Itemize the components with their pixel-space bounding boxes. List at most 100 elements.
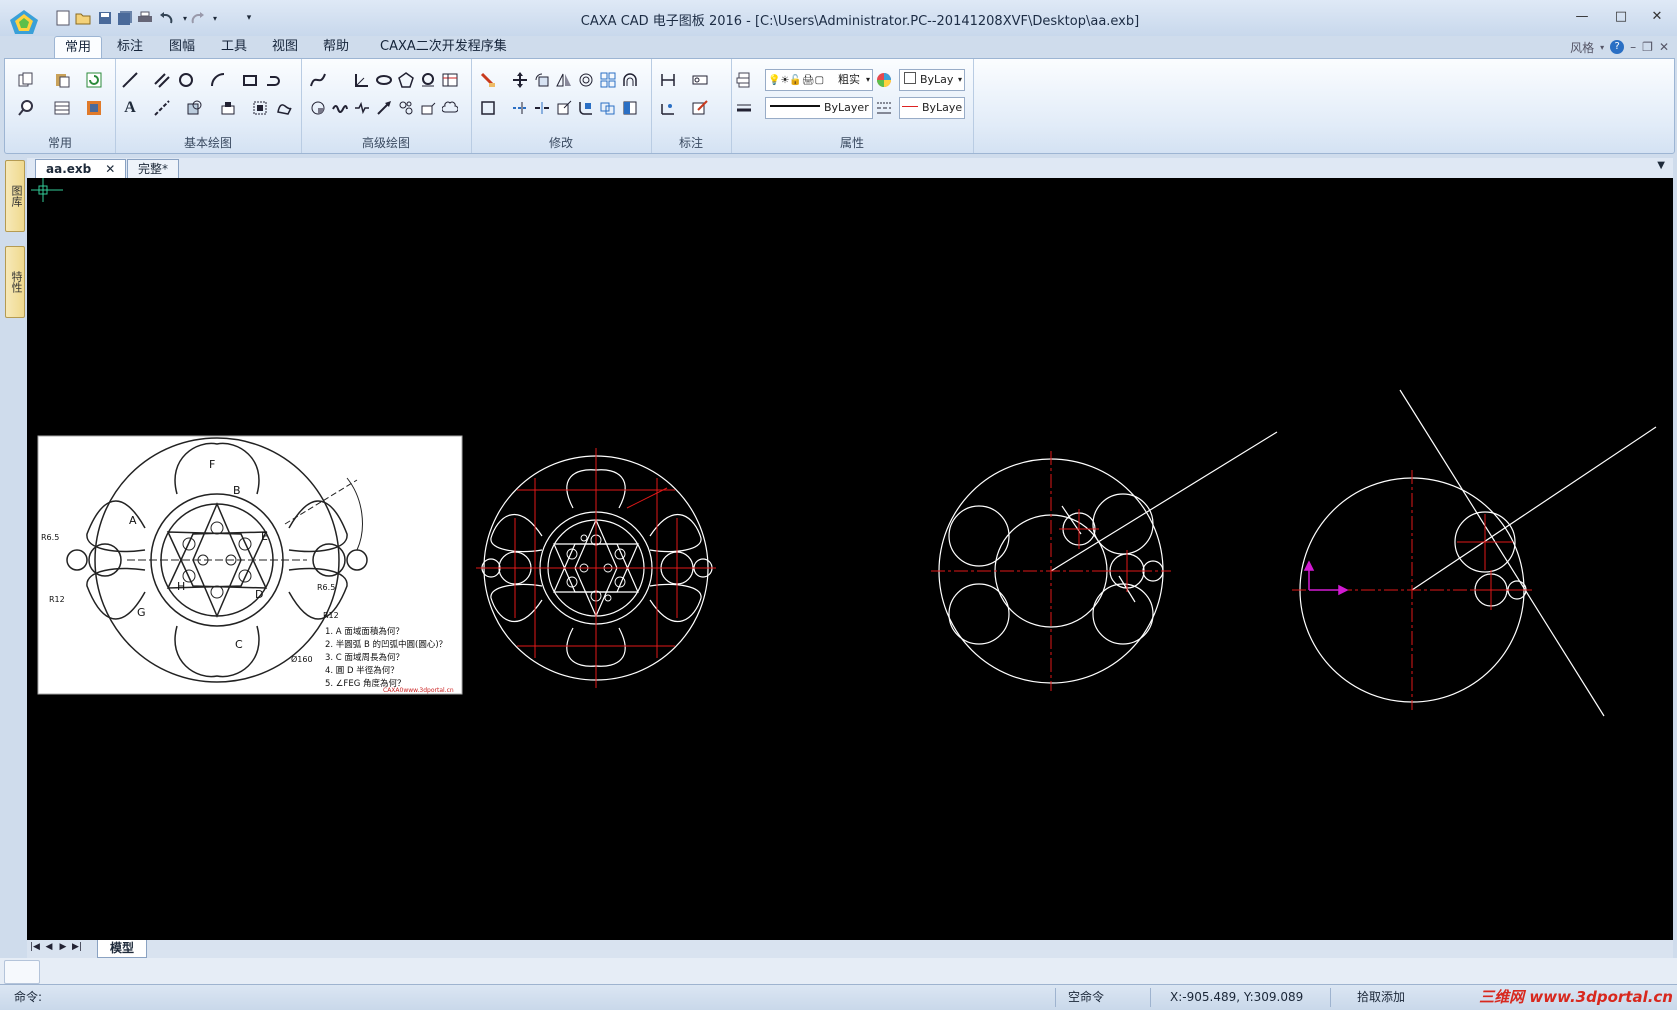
drawing-canvas[interactable]: F B A E R6.5 R12 G H D C R6.5 R12 Ø160 1… [27,178,1673,940]
close-tab-icon[interactable]: ✕ [105,162,115,176]
tolerance-icon[interactable] [691,71,709,89]
hatch-icon[interactable] [185,99,203,117]
close-button[interactable]: ✕ [1644,8,1670,26]
command-input[interactable] [52,988,1046,1007]
dimension-icon[interactable] [659,71,677,89]
text-icon[interactable]: A [121,99,139,117]
polygon-icon[interactable] [397,71,415,89]
coordinate-dim-icon[interactable] [659,99,677,117]
block-icon[interactable] [219,99,237,117]
new-file-icon[interactable] [54,9,72,27]
extend-icon[interactable] [511,99,529,117]
save-icon[interactable] [96,9,114,27]
help-icon[interactable]: ? [1610,40,1625,54]
stretch-icon[interactable] [555,99,573,117]
table-icon[interactable] [441,71,459,89]
wave-line-icon[interactable] [331,99,349,117]
trim-icon[interactable] [479,99,497,117]
tab-caxa-dev[interactable]: CAXA二次开发程序集 [370,36,517,58]
doc-tab-aa[interactable]: aa.exb ✕ [35,159,127,178]
tab-list-dropdown-icon[interactable]: ▼ [1657,160,1665,171]
lineweight-icon[interactable] [735,99,753,117]
tab-view[interactable]: 视图 [262,36,308,58]
copy-icon[interactable] [17,71,35,89]
lineweight-dropdown[interactable]: ByLaye▾ [899,97,965,119]
revision-cloud-icon[interactable] [441,99,459,117]
line-icon[interactable] [121,71,139,89]
style-menu[interactable]: 风格 [1570,39,1594,56]
boundary-icon[interactable] [251,99,269,117]
layer-table-icon[interactable] [53,99,71,117]
side-tab-properties[interactable]: 特性 [5,246,25,318]
ribbon-restore-icon[interactable]: ❐ [1642,40,1653,54]
polyline-icon[interactable] [265,71,283,89]
minimize-button[interactable]: — [1569,8,1595,26]
mirror-icon[interactable] [555,71,573,89]
doc-tab-complete[interactable]: 完整* [127,159,180,178]
tab-help[interactable]: 帮助 [313,36,359,58]
color-dropdown[interactable]: ByLay ▾ [899,69,965,91]
spline-icon[interactable] [309,71,327,89]
chamfer-icon[interactable] [621,99,639,117]
explode-icon[interactable] [599,99,617,117]
tab-sheet[interactable]: 图幅 [159,36,205,58]
prev-layout-icon[interactable]: ◀ [43,942,55,956]
redo-icon[interactable] [188,9,206,27]
caxa-logo-icon[interactable] [8,8,40,36]
tab-common[interactable]: 常用 [54,36,103,59]
drawing-circles-2[interactable] [938,431,1278,684]
command-history-button[interactable] [4,960,40,984]
circle-icon[interactable] [177,71,195,89]
arrow-icon[interactable] [375,99,393,117]
ellipse-icon[interactable] [375,71,393,89]
tab-tools[interactable]: 工具 [211,36,257,58]
move-icon[interactable] [511,71,529,89]
arc-icon[interactable] [209,71,227,89]
parallel-line-icon[interactable] [153,71,171,89]
ribbon-minimize-icon[interactable]: – [1630,40,1636,54]
linestyle-icon[interactable] [875,99,893,117]
ribbon-close-icon[interactable]: ✕ [1659,40,1669,54]
break-line-icon[interactable] [353,99,371,117]
customize-quick-access-icon[interactable]: ▾ [240,9,258,27]
linetype-dropdown[interactable]: ByLayer▾ [765,97,873,119]
redo-dropdown-icon[interactable]: ▾ [206,9,224,27]
tab-annotate[interactable]: 标注 [107,36,153,58]
layer-dropdown[interactable]: 💡☀🔓🖨▢ 粗实 ▾ [765,69,873,91]
array-icon[interactable] [599,71,617,89]
model-tab[interactable]: 模型 [97,940,148,958]
reference-image[interactable]: F B A E R6.5 R12 G H D C R6.5 R12 Ø160 1… [37,435,463,695]
style-dropdown-icon[interactable]: ▾ [1600,43,1604,52]
spline-shape-icon[interactable] [275,99,293,117]
rectangle-icon[interactable] [241,71,259,89]
edit-dim-icon[interactable] [691,99,709,117]
maximize-button[interactable]: □ [1608,8,1634,26]
pick-mode[interactable]: 拾取添加 [1357,985,1405,1010]
centerline-icon[interactable] [153,99,171,117]
undo-icon[interactable] [158,9,176,27]
regenerate-icon[interactable] [85,71,103,89]
fillet-icon[interactable] [577,99,595,117]
print-icon[interactable] [136,9,154,27]
rotate-icon[interactable] [533,71,551,89]
side-tab-library[interactable]: 图库 [5,160,25,232]
paste-icon[interactable] [53,71,71,89]
sector-icon[interactable] [309,99,327,117]
erase-icon[interactable] [479,71,497,89]
properties-icon[interactable] [85,99,103,117]
break-icon[interactable] [533,99,551,117]
save-all-icon[interactable] [116,9,134,27]
donut-icon[interactable] [419,71,437,89]
polar-line-icon[interactable] [353,71,371,89]
layer-manager-icon[interactable] [735,71,753,89]
hole-icon[interactable] [397,99,415,117]
open-folder-icon[interactable] [74,9,92,27]
color-wheel-icon[interactable] [875,71,893,89]
first-layout-icon[interactable]: |◀ [29,942,41,956]
offset-icon[interactable] [621,71,639,89]
drawing-circles-3[interactable] [1299,389,1657,717]
zoom-icon[interactable] [17,99,35,117]
last-layout-icon[interactable]: ▶| [71,942,83,956]
scale-icon[interactable] [577,71,595,89]
next-layout-icon[interactable]: ▶ [57,942,69,956]
